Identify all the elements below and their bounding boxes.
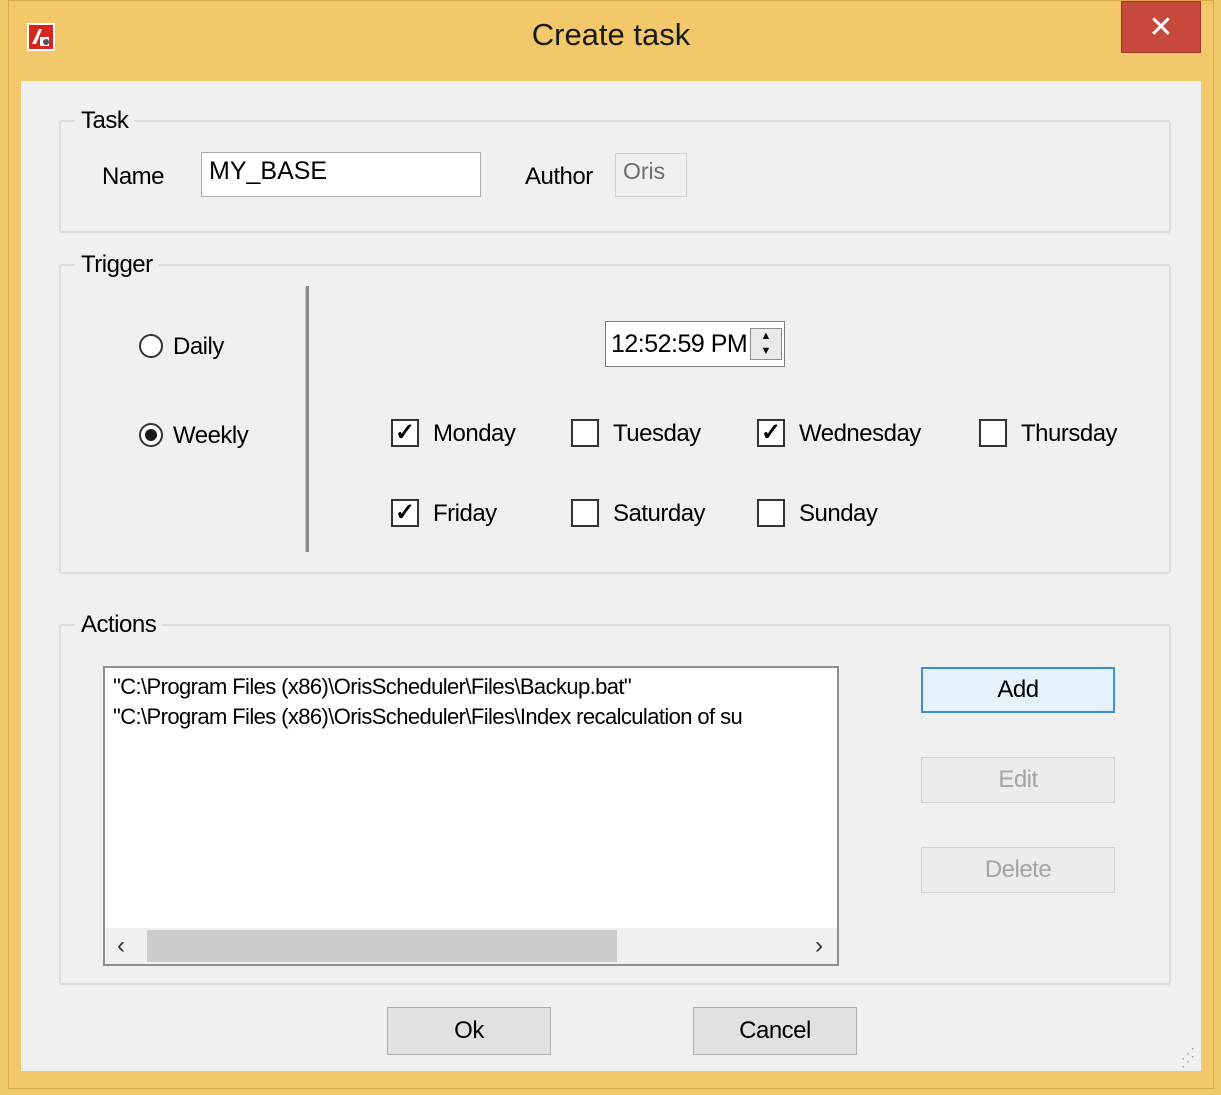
name-label: Name [102, 163, 165, 190]
scroll-left-icon[interactable]: ‹ [117, 932, 125, 960]
actions-list[interactable]: "C:\Program Files (x86)\OrisScheduler\Fi… [103, 666, 839, 966]
close-icon: ✕ [1148, 11, 1174, 44]
actions-group-label: Actions [81, 611, 157, 638]
delete-button[interactable]: Delete [921, 847, 1115, 893]
trigger-group-label: Trigger [81, 251, 153, 278]
sunday-checkbox[interactable] [757, 499, 785, 527]
thursday-label[interactable]: Thursday [1021, 420, 1118, 448]
monday-label[interactable]: Monday [433, 420, 516, 448]
checkmark-icon: ✓ [760, 419, 782, 446]
dialog-client-area: Task Name MY_BASE Author Oris Trigger Da… [21, 81, 1201, 1071]
monday-checkbox[interactable]: ✓ [391, 419, 419, 447]
spin-down-icon[interactable]: ▼ [751, 344, 781, 359]
thursday-checkbox[interactable] [979, 419, 1007, 447]
ok-button[interactable]: Ok [387, 1007, 551, 1055]
time-picker[interactable]: 12:52:59 PM ▲ ▼ [605, 321, 785, 367]
radio-selected-dot [145, 429, 157, 441]
task-group-label: Task [81, 107, 129, 134]
trigger-separator [305, 286, 309, 552]
tuesday-checkbox[interactable] [571, 419, 599, 447]
name-input[interactable]: MY_BASE [201, 152, 481, 197]
wednesday-checkbox[interactable]: ✓ [757, 419, 785, 447]
create-task-window: Create task ✕ Task Name MY_BASE Author O… [8, 0, 1214, 1089]
window-title: Create task [531, 17, 691, 52]
spin-up-icon[interactable]: ▲ [751, 329, 781, 344]
sunday-label[interactable]: Sunday [799, 500, 878, 528]
scroll-thumb[interactable] [147, 930, 617, 962]
list-item[interactable]: "C:\Program Files (x86)\OrisScheduler\Fi… [113, 704, 743, 730]
edit-button[interactable]: Edit [921, 757, 1115, 803]
add-button[interactable]: Add [921, 667, 1115, 713]
tuesday-label[interactable]: Tuesday [613, 420, 701, 448]
saturday-checkbox[interactable] [571, 499, 599, 527]
friday-checkbox[interactable]: ✓ [391, 499, 419, 527]
list-item[interactable]: "C:\Program Files (x86)\OrisScheduler\Fi… [113, 674, 632, 700]
weekly-radio[interactable] [139, 423, 163, 447]
time-spin-buttons[interactable]: ▲ ▼ [750, 328, 782, 360]
author-field: Oris [615, 153, 687, 197]
author-label: Author [525, 163, 593, 190]
horizontal-scrollbar[interactable]: ‹ › [105, 928, 837, 964]
weekly-label[interactable]: Weekly [173, 422, 249, 450]
close-button[interactable]: ✕ [1121, 1, 1201, 53]
scroll-right-icon[interactable]: › [815, 932, 823, 960]
title-bar[interactable]: Create task ✕ [9, 1, 1213, 81]
wednesday-label[interactable]: Wednesday [799, 420, 921, 448]
checkmark-icon: ✓ [394, 499, 416, 526]
resize-grip-icon[interactable]: ⋰ ⋰ [1181, 1046, 1195, 1068]
friday-label[interactable]: Friday [433, 500, 497, 528]
saturday-label[interactable]: Saturday [613, 500, 706, 528]
cancel-button[interactable]: Cancel [693, 1007, 857, 1055]
time-value[interactable]: 12:52:59 PM [611, 330, 749, 359]
daily-radio[interactable] [139, 334, 163, 358]
daily-label[interactable]: Daily [173, 333, 224, 361]
checkmark-icon: ✓ [394, 419, 416, 446]
